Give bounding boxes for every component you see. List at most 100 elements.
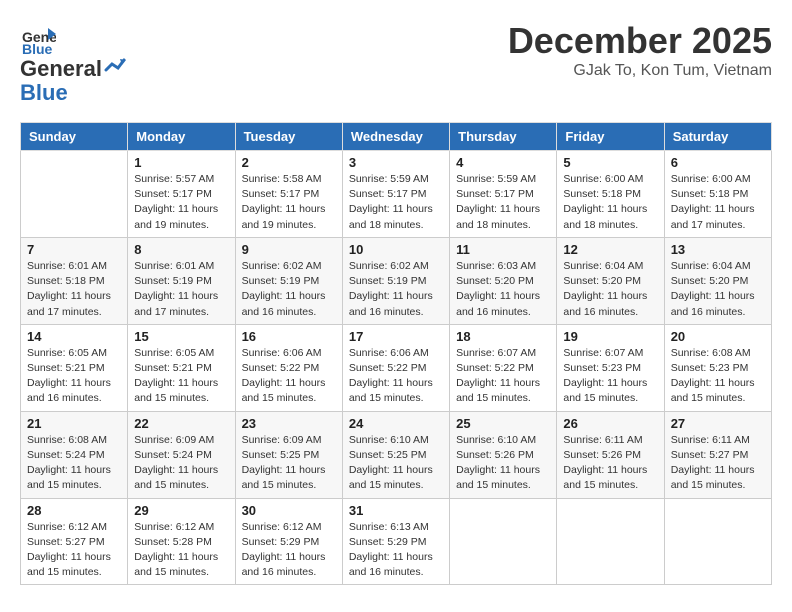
day-info: Sunrise: 6:08 AMSunset: 5:23 PMDaylight:…	[671, 346, 765, 407]
day-number: 23	[242, 416, 336, 431]
day-header-saturday: Saturday	[664, 123, 771, 151]
day-header-monday: Monday	[128, 123, 235, 151]
day-number: 3	[349, 155, 443, 170]
calendar-week-5: 28 Sunrise: 6:12 AMSunset: 5:27 PMDayligh…	[21, 498, 772, 585]
calendar-cell: 9 Sunrise: 6:02 AMSunset: 5:19 PMDaylight…	[235, 237, 342, 324]
day-info: Sunrise: 6:05 AMSunset: 5:21 PMDaylight:…	[134, 346, 228, 407]
calendar-cell: 2Sunrise: 5:58 AMSunset: 5:17 PMDaylight…	[235, 151, 342, 238]
page-header: General Blue General Blue December 2025 …	[20, 20, 772, 106]
day-info: Sunrise: 6:04 AMSunset: 5:20 PMDaylight:…	[563, 259, 657, 320]
day-number: 21	[27, 416, 121, 431]
calendar-cell: 16 Sunrise: 6:06 AMSunset: 5:22 PMDayligh…	[235, 324, 342, 411]
day-info: Sunrise: 6:02 AMSunset: 5:19 PMDaylight:…	[242, 259, 336, 320]
day-number: 9	[242, 242, 336, 257]
logo: General Blue General Blue	[20, 20, 128, 106]
day-info: Sunrise: 6:12 AMSunset: 5:28 PMDaylight:…	[134, 520, 228, 581]
day-header-thursday: Thursday	[450, 123, 557, 151]
calendar-cell: 28 Sunrise: 6:12 AMSunset: 5:27 PMDayligh…	[21, 498, 128, 585]
calendar-cell: 10Sunrise: 6:02 AMSunset: 5:19 PMDayligh…	[342, 237, 449, 324]
calendar-cell: 8Sunrise: 6:01 AMSunset: 5:19 PMDaylight…	[128, 237, 235, 324]
calendar-cell: 12 Sunrise: 6:04 AMSunset: 5:20 PMDayligh…	[557, 237, 664, 324]
day-header-wednesday: Wednesday	[342, 123, 449, 151]
day-info: Sunrise: 6:06 AMSunset: 5:22 PMDaylight:…	[242, 346, 336, 407]
day-number: 16	[242, 329, 336, 344]
calendar-cell: 17 Sunrise: 6:06 AMSunset: 5:22 PMDayligh…	[342, 324, 449, 411]
calendar-cell	[664, 498, 771, 585]
logo-blue: Blue	[20, 80, 68, 105]
logo-bird-icon	[104, 58, 126, 76]
calendar-cell: 7 Sunrise: 6:01 AMSunset: 5:18 PMDaylight…	[21, 237, 128, 324]
day-number: 11	[456, 242, 550, 257]
day-number: 13	[671, 242, 765, 257]
day-info: Sunrise: 6:13 AMSunset: 5:29 PMDaylight:…	[349, 520, 443, 581]
day-info: Sunrise: 6:10 AMSunset: 5:25 PMDaylight:…	[349, 433, 443, 494]
day-number: 25	[456, 416, 550, 431]
day-number: 27	[671, 416, 765, 431]
calendar-cell: 18 Sunrise: 6:07 AMSunset: 5:22 PMDayligh…	[450, 324, 557, 411]
day-number: 29	[134, 503, 228, 518]
calendar-cell: 13 Sunrise: 6:04 AMSunset: 5:20 PMDayligh…	[664, 237, 771, 324]
day-info: Sunrise: 6:07 AMSunset: 5:22 PMDaylight:…	[456, 346, 550, 407]
calendar-week-3: 14 Sunrise: 6:05 AMSunset: 5:21 PMDayligh…	[21, 324, 772, 411]
calendar-cell: 20 Sunrise: 6:08 AMSunset: 5:23 PMDayligh…	[664, 324, 771, 411]
logo-general: General	[20, 58, 102, 80]
day-info: Sunrise: 6:06 AMSunset: 5:22 PMDaylight:…	[349, 346, 443, 407]
day-number: 14	[27, 329, 121, 344]
calendar-cell	[21, 151, 128, 238]
day-number: 30	[242, 503, 336, 518]
calendar-cell: 30 Sunrise: 6:12 AMSunset: 5:29 PMDayligh…	[235, 498, 342, 585]
day-info: Sunrise: 5:59 AMSunset: 5:17 PMDaylight:…	[456, 172, 550, 233]
day-number: 5	[563, 155, 657, 170]
calendar-cell: 19Sunrise: 6:07 AMSunset: 5:23 PMDayligh…	[557, 324, 664, 411]
calendar-cell: 26 Sunrise: 6:11 AMSunset: 5:26 PMDayligh…	[557, 411, 664, 498]
calendar-week-4: 21 Sunrise: 6:08 AMSunset: 5:24 PMDayligh…	[21, 411, 772, 498]
day-info: Sunrise: 6:09 AMSunset: 5:25 PMDaylight:…	[242, 433, 336, 494]
day-info: Sunrise: 5:59 AMSunset: 5:17 PMDaylight:…	[349, 172, 443, 233]
day-number: 12	[563, 242, 657, 257]
calendar-cell: 3 Sunrise: 5:59 AMSunset: 5:17 PMDaylight…	[342, 151, 449, 238]
day-number: 2	[242, 155, 336, 170]
svg-text:Blue: Blue	[22, 41, 53, 56]
day-number: 28	[27, 503, 121, 518]
calendar-cell: 24Sunrise: 6:10 AMSunset: 5:25 PMDayligh…	[342, 411, 449, 498]
calendar-cell	[450, 498, 557, 585]
calendar-cell: 14 Sunrise: 6:05 AMSunset: 5:21 PMDayligh…	[21, 324, 128, 411]
calendar-cell: 31Sunrise: 6:13 AMSunset: 5:29 PMDayligh…	[342, 498, 449, 585]
day-info: Sunrise: 6:12 AMSunset: 5:29 PMDaylight:…	[242, 520, 336, 581]
day-info: Sunrise: 6:01 AMSunset: 5:18 PMDaylight:…	[27, 259, 121, 320]
calendar-week-1: 1 Sunrise: 5:57 AMSunset: 5:17 PMDaylight…	[21, 151, 772, 238]
day-info: Sunrise: 6:08 AMSunset: 5:24 PMDaylight:…	[27, 433, 121, 494]
day-info: Sunrise: 6:02 AMSunset: 5:19 PMDaylight:…	[349, 259, 443, 320]
day-number: 6	[671, 155, 765, 170]
calendar-cell: 29 Sunrise: 6:12 AMSunset: 5:28 PMDayligh…	[128, 498, 235, 585]
day-header-friday: Friday	[557, 123, 664, 151]
calendar-cell: 6Sunrise: 6:00 AMSunset: 5:18 PMDaylight…	[664, 151, 771, 238]
day-info: Sunrise: 6:07 AMSunset: 5:23 PMDaylight:…	[563, 346, 657, 407]
day-info: Sunrise: 6:05 AMSunset: 5:21 PMDaylight:…	[27, 346, 121, 407]
calendar-cell: 22 Sunrise: 6:09 AMSunset: 5:24 PMDayligh…	[128, 411, 235, 498]
day-number: 1	[134, 155, 228, 170]
calendar-cell: 21 Sunrise: 6:08 AMSunset: 5:24 PMDayligh…	[21, 411, 128, 498]
calendar-cell: 23 Sunrise: 6:09 AMSunset: 5:25 PMDayligh…	[235, 411, 342, 498]
day-info: Sunrise: 5:57 AMSunset: 5:17 PMDaylight:…	[134, 172, 228, 233]
day-info: Sunrise: 6:09 AMSunset: 5:24 PMDaylight:…	[134, 433, 228, 494]
day-info: Sunrise: 6:11 AMSunset: 5:26 PMDaylight:…	[563, 433, 657, 494]
title-block: December 2025 GJak To, Kon Tum, Vietnam	[508, 20, 772, 80]
day-number: 22	[134, 416, 228, 431]
calendar-cell: 11 Sunrise: 6:03 AMSunset: 5:20 PMDayligh…	[450, 237, 557, 324]
day-info: Sunrise: 6:10 AMSunset: 5:26 PMDaylight:…	[456, 433, 550, 494]
calendar-week-2: 7 Sunrise: 6:01 AMSunset: 5:18 PMDaylight…	[21, 237, 772, 324]
day-header-tuesday: Tuesday	[235, 123, 342, 151]
day-info: Sunrise: 6:12 AMSunset: 5:27 PMDaylight:…	[27, 520, 121, 581]
month-title: December 2025	[508, 20, 772, 62]
day-number: 7	[27, 242, 121, 257]
day-number: 17	[349, 329, 443, 344]
calendar-cell: 25 Sunrise: 6:10 AMSunset: 5:26 PMDayligh…	[450, 411, 557, 498]
day-number: 26	[563, 416, 657, 431]
calendar-cell: 5Sunrise: 6:00 AMSunset: 5:18 PMDaylight…	[557, 151, 664, 238]
day-info: Sunrise: 6:04 AMSunset: 5:20 PMDaylight:…	[671, 259, 765, 320]
day-number: 20	[671, 329, 765, 344]
day-info: Sunrise: 6:03 AMSunset: 5:20 PMDaylight:…	[456, 259, 550, 320]
logo-icon: General Blue	[20, 20, 56, 56]
day-number: 18	[456, 329, 550, 344]
